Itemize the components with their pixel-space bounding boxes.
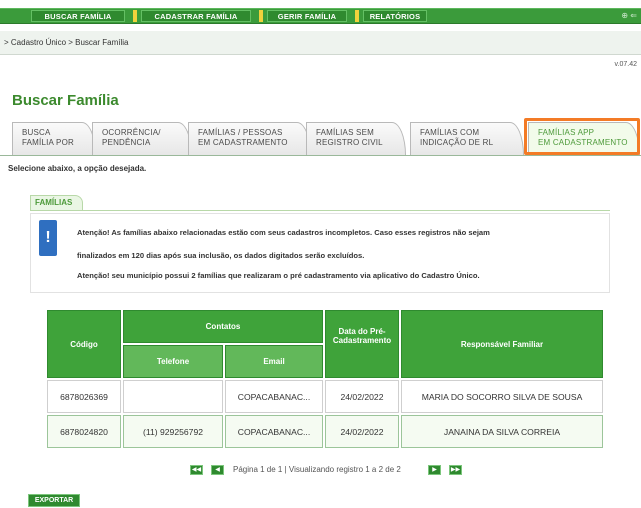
last-page-icon[interactable]: ▶▶	[449, 465, 462, 475]
tab-familias-sem-registro-civil[interactable]: FAMÍLIAS SEM REGISTRO CIVIL	[306, 122, 406, 155]
cell-responsavel: MARIA DO SOCORRO SILVA DE SOUSA	[401, 380, 603, 413]
pagination-text: Página 1 de 1 | Visualizando registro 1 …	[233, 465, 401, 474]
next-page-icon[interactable]: ▶	[428, 465, 441, 475]
tab-label-line: BUSCA	[22, 128, 51, 137]
tab-label-line: FAMÍLIAS SEM	[316, 128, 374, 137]
subtab-baseline	[30, 210, 610, 211]
tab-label-line: EM CADASTRAMENTO	[538, 138, 628, 147]
header-codigo: Código	[47, 310, 121, 378]
header-telefone: Telefone	[123, 345, 223, 378]
tab-label-line: OCORRÊNCIA/	[102, 128, 161, 137]
tab-familias-pessoas-em-cadastramento[interactable]: FAMÍLIAS / PESSOAS EM CADASTRAMENTO	[188, 122, 311, 155]
nav-buscar-familia[interactable]: BUSCAR FAMÍLIA	[31, 10, 125, 22]
tab-label-line: REGISTRO CIVIL	[316, 138, 383, 147]
nav-separator	[133, 10, 137, 22]
cell-codigo: 6878024820	[47, 415, 121, 448]
header-responsavel-familiar: Responsável Familiar	[401, 310, 603, 378]
header-data-pre-cadastramento: Data do Pré-Cadastramento	[325, 310, 399, 378]
tab-label-line: FAMÍLIA POR	[22, 138, 74, 147]
nav-separator	[259, 10, 263, 22]
cell-responsavel: JANAINA DA SILVA CORREIA	[401, 415, 603, 448]
instruction-text: Selecione abaixo, a opção desejada.	[8, 164, 147, 173]
tab-busca-familia-por[interactable]: BUSCA FAMÍLIA POR	[12, 122, 96, 155]
nav-cadastrar-familia[interactable]: CADASTRAR FAMÍLIA	[141, 10, 251, 22]
export-button[interactable]: EXPORTAR	[28, 494, 80, 507]
cell-email: COPACABANAC...	[225, 415, 323, 448]
tab-label-line: FAMÍLIAS / PESSOAS	[198, 128, 283, 137]
nav-gerir-familia[interactable]: GERIR FAMÍLIA	[267, 10, 347, 22]
tab-label-line: INDICAÇÃO DE RL	[420, 138, 494, 147]
header-contatos: Contatos	[123, 310, 323, 343]
cell-data: 24/02/2022	[325, 380, 399, 413]
tabs-baseline	[0, 155, 641, 156]
nav-separator	[355, 10, 359, 22]
tab-label-line: FAMÍLIAS APP	[538, 128, 595, 137]
cell-email: COPACABANAC...	[225, 380, 323, 413]
tab-label-line: FAMÍLIAS COM	[420, 128, 480, 137]
nav-relatorios[interactable]: RELATÓRIOS	[363, 10, 427, 22]
results-table: Código Contatos Data do Pré-Cadastrament…	[45, 308, 605, 450]
cell-telefone: (11) 929256792	[123, 415, 223, 448]
tab-label-line: PENDÊNCIA	[102, 138, 151, 147]
alert-box: ! Atenção! As famílias abaixo relacionad…	[30, 213, 610, 293]
tab-ocorrencia-pendencia[interactable]: OCORRÊNCIA/ PENDÊNCIA	[92, 122, 192, 155]
first-page-icon[interactable]: ◀◀	[190, 465, 203, 475]
tab-label-line: EM CADASTRAMENTO	[198, 138, 288, 147]
version-label: v.07.42	[614, 61, 637, 68]
page-title: Buscar Família	[12, 92, 119, 109]
prev-page-icon[interactable]: ◀	[211, 465, 224, 475]
nav-utility-icons[interactable]: ⊕ ⇐	[621, 11, 637, 20]
exclamation-icon: !	[39, 220, 57, 256]
table-row[interactable]: 6878024820 (11) 929256792 COPACABANAC...…	[47, 415, 603, 448]
header-email: Email	[225, 345, 323, 378]
breadcrumb: > Cadastro Único > Buscar Família	[0, 31, 641, 55]
subtab-familias[interactable]: FAMÍLIAS	[30, 195, 84, 210]
alert-line-2: finalizados em 120 dias após sua inclusã…	[77, 251, 365, 260]
cell-telefone	[123, 380, 223, 413]
alert-line-1: Atenção! As famílias abaixo relacionadas…	[77, 228, 490, 237]
cell-codigo: 6878026369	[47, 380, 121, 413]
search-tabs: BUSCA FAMÍLIA POR OCORRÊNCIA/ PENDÊNCIA …	[0, 120, 641, 156]
cell-data: 24/02/2022	[325, 415, 399, 448]
tab-familias-app-em-cadastramento[interactable]: FAMÍLIAS APP EM CADASTRAMENTO	[528, 122, 640, 155]
pagination: ◀◀ ◀ Página 1 de 1 | Visualizando regist…	[190, 464, 490, 478]
top-navigation: BUSCAR FAMÍLIA CADASTRAR FAMÍLIA GERIR F…	[0, 0, 641, 30]
tab-familias-com-indicacao-de-rl[interactable]: FAMÍLIAS COM INDICAÇÃO DE RL	[410, 122, 524, 155]
table-row[interactable]: 6878026369 COPACABANAC... 24/02/2022 MAR…	[47, 380, 603, 413]
alert-line-3: Atenção! seu município possui 2 famílias…	[77, 271, 480, 280]
